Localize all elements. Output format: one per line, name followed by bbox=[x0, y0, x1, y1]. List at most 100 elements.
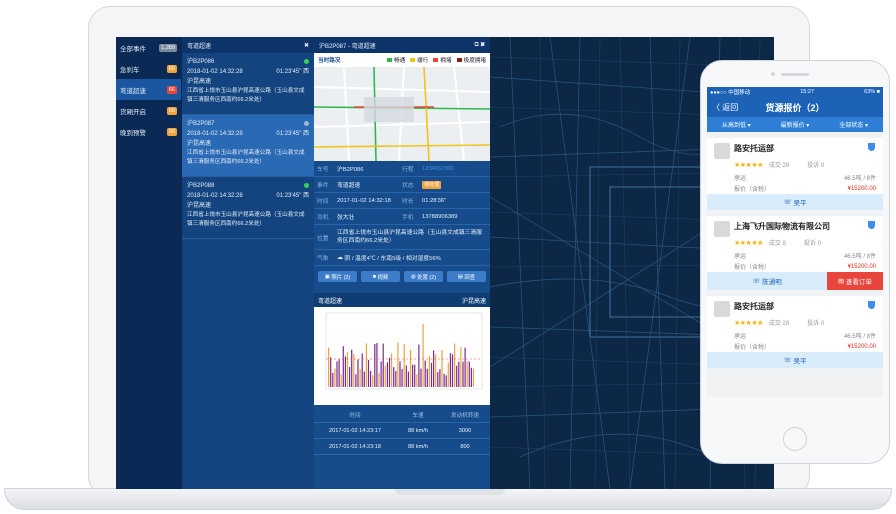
col-header: 时间 bbox=[349, 412, 361, 419]
nav-item-curve-speeding[interactable]: 弯道超速 66 bbox=[116, 79, 181, 100]
col-header: 车速 bbox=[412, 412, 424, 419]
photos-button[interactable]: ▣ 照片 (2) bbox=[318, 271, 357, 282]
chevron-right-icon: › bbox=[882, 240, 883, 250]
home-button[interactable] bbox=[783, 427, 807, 451]
nav-item-all[interactable]: 全部事件 1,289 bbox=[116, 37, 181, 58]
carrier-value: 46.5吨 / 8件 bbox=[843, 254, 876, 260]
chart-bar bbox=[414, 364, 416, 387]
complaint-count: 投诉 0 bbox=[803, 241, 821, 247]
chart-bar bbox=[399, 361, 401, 387]
event-date: 2018-01-02 14:32:28 bbox=[187, 69, 243, 75]
event-road: 沪昆高速 bbox=[187, 79, 212, 85]
nav-item-door-open[interactable]: 货厢开启 66 bbox=[116, 100, 181, 121]
chart-bar bbox=[384, 365, 386, 387]
close-icon[interactable]: ✖ bbox=[480, 42, 485, 48]
call-button[interactable]: ☏ 吴平 bbox=[707, 194, 883, 210]
laptop-notch bbox=[395, 489, 505, 495]
quote-card[interactable]: 上海飞升国际物流有限公司 ★★★★★ 成交 8 投诉 0 承运 46.5吨 / 8件 … bbox=[707, 216, 883, 290]
event-item[interactable]: 沪B2P087 2018-01-02 14:32:28 01:23'45" 西 沪… bbox=[182, 115, 314, 177]
verified-shield-icon bbox=[868, 143, 875, 151]
expand-icon[interactable]: ⧉ bbox=[474, 42, 478, 48]
chart-bar bbox=[454, 343, 456, 387]
event-item[interactable]: 沪B2P088 2018-01-02 14:32:28 01:23'45" 西 沪… bbox=[182, 177, 314, 239]
speed-chart-svg bbox=[325, 312, 483, 390]
chart-bar bbox=[416, 374, 418, 387]
chart-bar bbox=[359, 368, 361, 387]
road-condition-map[interactable] bbox=[314, 67, 490, 161]
info-key: 位置 bbox=[317, 235, 329, 242]
deal-count: 成交 28 bbox=[768, 321, 790, 327]
chart-bar bbox=[355, 374, 357, 387]
camera bbox=[771, 72, 775, 76]
chart-bar bbox=[428, 355, 430, 387]
table-row[interactable]: 2017-01-02 14:23:17 88 km/h 3000 bbox=[314, 423, 490, 439]
chart-bar bbox=[407, 371, 409, 387]
video-button[interactable]: ■ 视频 bbox=[361, 271, 400, 282]
cell-time: 2017-01-02 14:23:18 bbox=[329, 443, 381, 450]
event-road: 沪昆高速 bbox=[187, 141, 212, 147]
legend-item: 拥堵 bbox=[433, 56, 452, 64]
nav-item-hard-brake[interactable]: 急刹车 66 bbox=[116, 58, 181, 79]
legend-swatch bbox=[433, 58, 439, 62]
info-value: 13788906389 bbox=[422, 213, 458, 220]
chart-bar bbox=[365, 343, 367, 387]
app-screen: 全部事件 1,289 急刹车 66 弯道超速 66 货厢开启 66 晚到预警 66 弯道超… bbox=[116, 37, 774, 489]
call-button[interactable]: ☏ 吴平 bbox=[707, 352, 883, 368]
detail-header: 沪B2P087 - 弯道超速 ⧉ ✖ bbox=[314, 37, 490, 53]
info-row: 时间 2017-01-02 14:32:18 时长 01:28'36" bbox=[314, 193, 490, 209]
filter-latest[interactable]: 最新报价 ▾ bbox=[781, 120, 810, 129]
chart-bar bbox=[344, 356, 346, 387]
legend-label: 拥堵 bbox=[440, 58, 452, 64]
price-label: 报价（含税） bbox=[734, 265, 771, 271]
chart-bar bbox=[451, 354, 454, 387]
chart-bar bbox=[468, 361, 470, 387]
speaker bbox=[781, 73, 809, 76]
deal-count: 成交 28 bbox=[768, 163, 790, 169]
chart-bar bbox=[441, 349, 443, 387]
replay-button[interactable]: ▤ 回查 bbox=[447, 271, 486, 282]
filter-sort[interactable]: 从高到低 ▾ bbox=[722, 120, 751, 129]
avatar bbox=[714, 143, 730, 159]
nav-item-late-warning[interactable]: 晚到预警 66 bbox=[116, 121, 181, 142]
quote-card[interactable]: 路安托运部 ★★★★★ 成交 28 投诉 0 承运 46.5吨 / 8件 报价（含税）… bbox=[707, 296, 883, 368]
event-location: 01:23'45" 西 bbox=[276, 69, 309, 75]
window-controls: ⧉ ✖ bbox=[474, 42, 485, 49]
table-row[interactable]: 2017-01-02 14:23:18 88 km/h 800 bbox=[314, 439, 490, 455]
chart-bar bbox=[430, 362, 433, 387]
chart-bar bbox=[378, 372, 380, 387]
carrier-line: 承运 46.5吨 / 8件 bbox=[714, 330, 876, 341]
carrier-label: 承运 bbox=[734, 176, 747, 182]
online-dot-icon bbox=[304, 59, 309, 64]
event-item[interactable]: 沪B2P086 2018-01-02 14:32:28 01:23'45" 西 沪… bbox=[182, 53, 314, 115]
legend-label: 畅通 bbox=[394, 58, 406, 64]
close-icon[interactable]: ✖ bbox=[304, 42, 309, 49]
traffic-legend: 畅通 缓行 拥堵 极度拥堵 bbox=[387, 56, 486, 64]
view-order-button[interactable]: ▤ 查看订单 bbox=[827, 272, 883, 290]
event-list-title: 弯道超速 bbox=[187, 43, 212, 50]
chart-bar bbox=[380, 361, 382, 387]
phone-screen: ●●●○○ 中国移动 15:27 63% ■ 〈 返回 货源报价（2） 从高到低 ▾… bbox=[707, 87, 883, 397]
handle-button[interactable]: ◍ 处置 (2) bbox=[404, 271, 443, 282]
offline-dot-icon bbox=[304, 121, 309, 126]
chart-bar bbox=[391, 353, 393, 387]
event-road: 沪昆高速 bbox=[187, 203, 212, 209]
cell-speed: 88 km/h bbox=[408, 427, 428, 434]
quote-card[interactable]: 路安托运部 ★★★★★ 成交 28 投诉 0 承运 46.5吨 / 8件 报价（含税）… bbox=[707, 138, 883, 210]
event-type-nav: 全部事件 1,289 急刹车 66 弯道超速 66 货厢开启 66 晚到预警 66 bbox=[116, 37, 181, 489]
chart-bar bbox=[393, 367, 395, 387]
photo-icon: ▣ bbox=[324, 273, 332, 280]
chart-bar bbox=[349, 367, 351, 387]
clock: 15:27 bbox=[800, 89, 815, 95]
info-row: 事件 弯道超速 状态 待处理 bbox=[314, 177, 490, 193]
legend-swatch bbox=[456, 58, 462, 62]
complaint-count: 投诉 0 bbox=[807, 163, 825, 169]
chart-bar bbox=[336, 361, 338, 387]
call-button[interactable]: ☏ 陈通明 bbox=[707, 272, 827, 290]
carrier-label: 承运 bbox=[734, 254, 747, 260]
chart-bar bbox=[424, 360, 426, 387]
chart-bar bbox=[449, 353, 451, 387]
chart-bar bbox=[372, 375, 374, 387]
replay-icon: ▤ bbox=[457, 273, 465, 280]
filter-status[interactable]: 全部状态 ▾ bbox=[839, 120, 868, 129]
chart-bar bbox=[388, 357, 391, 387]
